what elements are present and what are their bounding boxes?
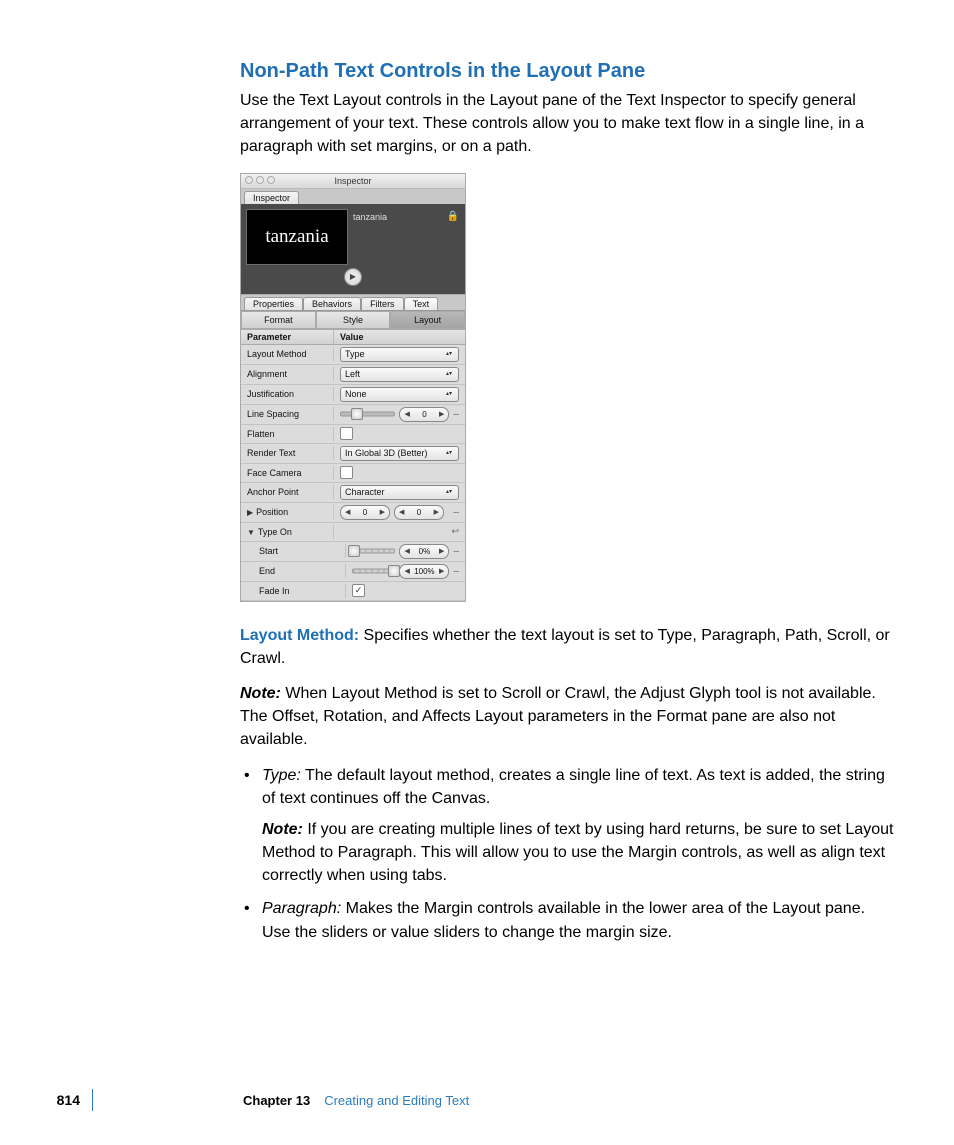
section-heading: Non-Path Text Controls in the Layout Pan… xyxy=(240,60,894,83)
row-justification: Justification None ▴▾ xyxy=(241,385,465,405)
traffic-lights[interactable] xyxy=(245,176,275,184)
position-y-stepper[interactable]: ◀0▶ xyxy=(394,505,444,520)
subtab-row: Properties Behaviors Filters Text xyxy=(241,294,465,310)
row-anchor-point: Anchor Point Character ▴▾ xyxy=(241,483,465,503)
header-value: Value xyxy=(334,330,465,344)
tab-filters[interactable]: Filters xyxy=(361,297,404,310)
face-camera-checkbox[interactable] xyxy=(340,466,353,479)
start-slider[interactable] xyxy=(352,545,395,557)
chevron-updown-icon: ▴▾ xyxy=(444,372,454,376)
reset-dash[interactable]: – xyxy=(453,409,459,420)
reset-arrow-icon[interactable]: ↩ xyxy=(451,526,459,537)
reset-dash[interactable]: – xyxy=(453,546,459,557)
pill-tab-row: Format Style Layout xyxy=(241,310,465,329)
tab-behaviors[interactable]: Behaviors xyxy=(303,297,361,310)
note-label: Note: xyxy=(262,821,303,838)
start-stepper[interactable]: ◀0%▶ xyxy=(399,544,449,559)
inspector-panel: Inspector Inspector tanzania tanzania 🔒 … xyxy=(240,173,466,602)
row-flatten: Flatten xyxy=(241,425,465,444)
row-fade-in: Fade In ✓ xyxy=(241,582,465,601)
note-1: Note: When Layout Method is set to Scrol… xyxy=(240,682,894,752)
row-position: ▶Position ◀0▶ ◀0▶ – xyxy=(241,503,465,523)
justification-dropdown[interactable]: None ▴▾ xyxy=(340,387,459,402)
tab-text[interactable]: Text xyxy=(404,297,439,310)
chevron-updown-icon: ▴▾ xyxy=(444,451,454,455)
chapter-title: Creating and Editing Text xyxy=(310,1093,469,1108)
note-label: Note: xyxy=(240,685,281,702)
position-x-stepper[interactable]: ◀0▶ xyxy=(340,505,390,520)
bullet-list: Type: The default layout method, creates… xyxy=(240,764,894,944)
inspector-tab-row: Inspector xyxy=(241,189,465,204)
layout-method-dropdown[interactable]: Type ▴▾ xyxy=(340,347,459,362)
bullet-type: Type: The default layout method, creates… xyxy=(240,764,894,888)
layout-method-paragraph: Layout Method: Specifies whether the tex… xyxy=(240,624,894,670)
preview-object-name: tanzania xyxy=(353,210,441,222)
chevron-updown-icon: ▴▾ xyxy=(444,490,454,494)
tab-properties[interactable]: Properties xyxy=(244,297,303,310)
bullet-paragraph: Paragraph: Makes the Margin controls ava… xyxy=(240,897,894,943)
preview-thumbnail: tanzania xyxy=(247,210,347,264)
window-titlebar: Inspector xyxy=(241,174,465,189)
window-title: Inspector xyxy=(334,176,371,186)
intro-paragraph: Use the Text Layout controls in the Layo… xyxy=(240,89,894,159)
row-line-spacing: Line Spacing ◀0▶ – xyxy=(241,405,465,425)
chapter-label: Chapter 13 xyxy=(93,1093,310,1108)
anchor-point-dropdown[interactable]: Character ▴▾ xyxy=(340,485,459,500)
end-slider[interactable] xyxy=(352,565,395,577)
type-term: Type: xyxy=(262,767,301,784)
row-start: Start ◀0%▶ – xyxy=(241,542,465,562)
alignment-dropdown[interactable]: Left ▴▾ xyxy=(340,367,459,382)
header-parameter: Parameter xyxy=(241,330,334,344)
chevron-updown-icon: ▴▾ xyxy=(444,392,454,396)
row-type-on: ▼Type On ↩ xyxy=(241,523,465,542)
end-stepper[interactable]: ◀100%▶ xyxy=(399,564,449,579)
row-end: End ◀100%▶ – xyxy=(241,562,465,582)
row-render-text: Render Text In Global 3D (Better) ▴▾ xyxy=(241,444,465,464)
disclosure-down-icon[interactable]: ▼ xyxy=(247,528,255,537)
reset-dash[interactable]: – xyxy=(453,566,459,577)
play-button[interactable]: ▶ xyxy=(344,268,362,286)
page-number: 814 xyxy=(0,1092,92,1108)
row-face-camera: Face Camera xyxy=(241,464,465,483)
render-text-dropdown[interactable]: In Global 3D (Better) ▴▾ xyxy=(340,446,459,461)
pill-layout[interactable]: Layout xyxy=(390,311,465,329)
inspector-tab[interactable]: Inspector xyxy=(244,191,299,204)
note-2: Note: If you are creating multiple lines… xyxy=(262,818,894,888)
line-spacing-stepper[interactable]: ◀0▶ xyxy=(399,407,449,422)
pill-format[interactable]: Format xyxy=(241,311,316,329)
fade-in-checkbox[interactable]: ✓ xyxy=(352,584,365,597)
disclosure-right-icon[interactable]: ▶ xyxy=(247,508,253,517)
row-alignment: Alignment Left ▴▾ xyxy=(241,365,465,385)
reset-dash[interactable]: – xyxy=(453,507,459,518)
flatten-checkbox[interactable] xyxy=(340,427,353,440)
page-footer: 814 Chapter 13 Creating and Editing Text xyxy=(0,1089,954,1111)
preview-area: tanzania tanzania 🔒 ▶ xyxy=(241,204,465,294)
chevron-updown-icon: ▴▾ xyxy=(444,352,454,356)
layout-method-term: Layout Method: xyxy=(240,627,359,644)
pill-style[interactable]: Style xyxy=(316,311,391,329)
lock-icon[interactable]: 🔒 xyxy=(447,210,459,222)
line-spacing-slider[interactable] xyxy=(340,408,395,420)
param-header: Parameter Value xyxy=(241,329,465,345)
row-layout-method: Layout Method Type ▴▾ xyxy=(241,345,465,365)
paragraph-term: Paragraph: xyxy=(262,900,341,917)
